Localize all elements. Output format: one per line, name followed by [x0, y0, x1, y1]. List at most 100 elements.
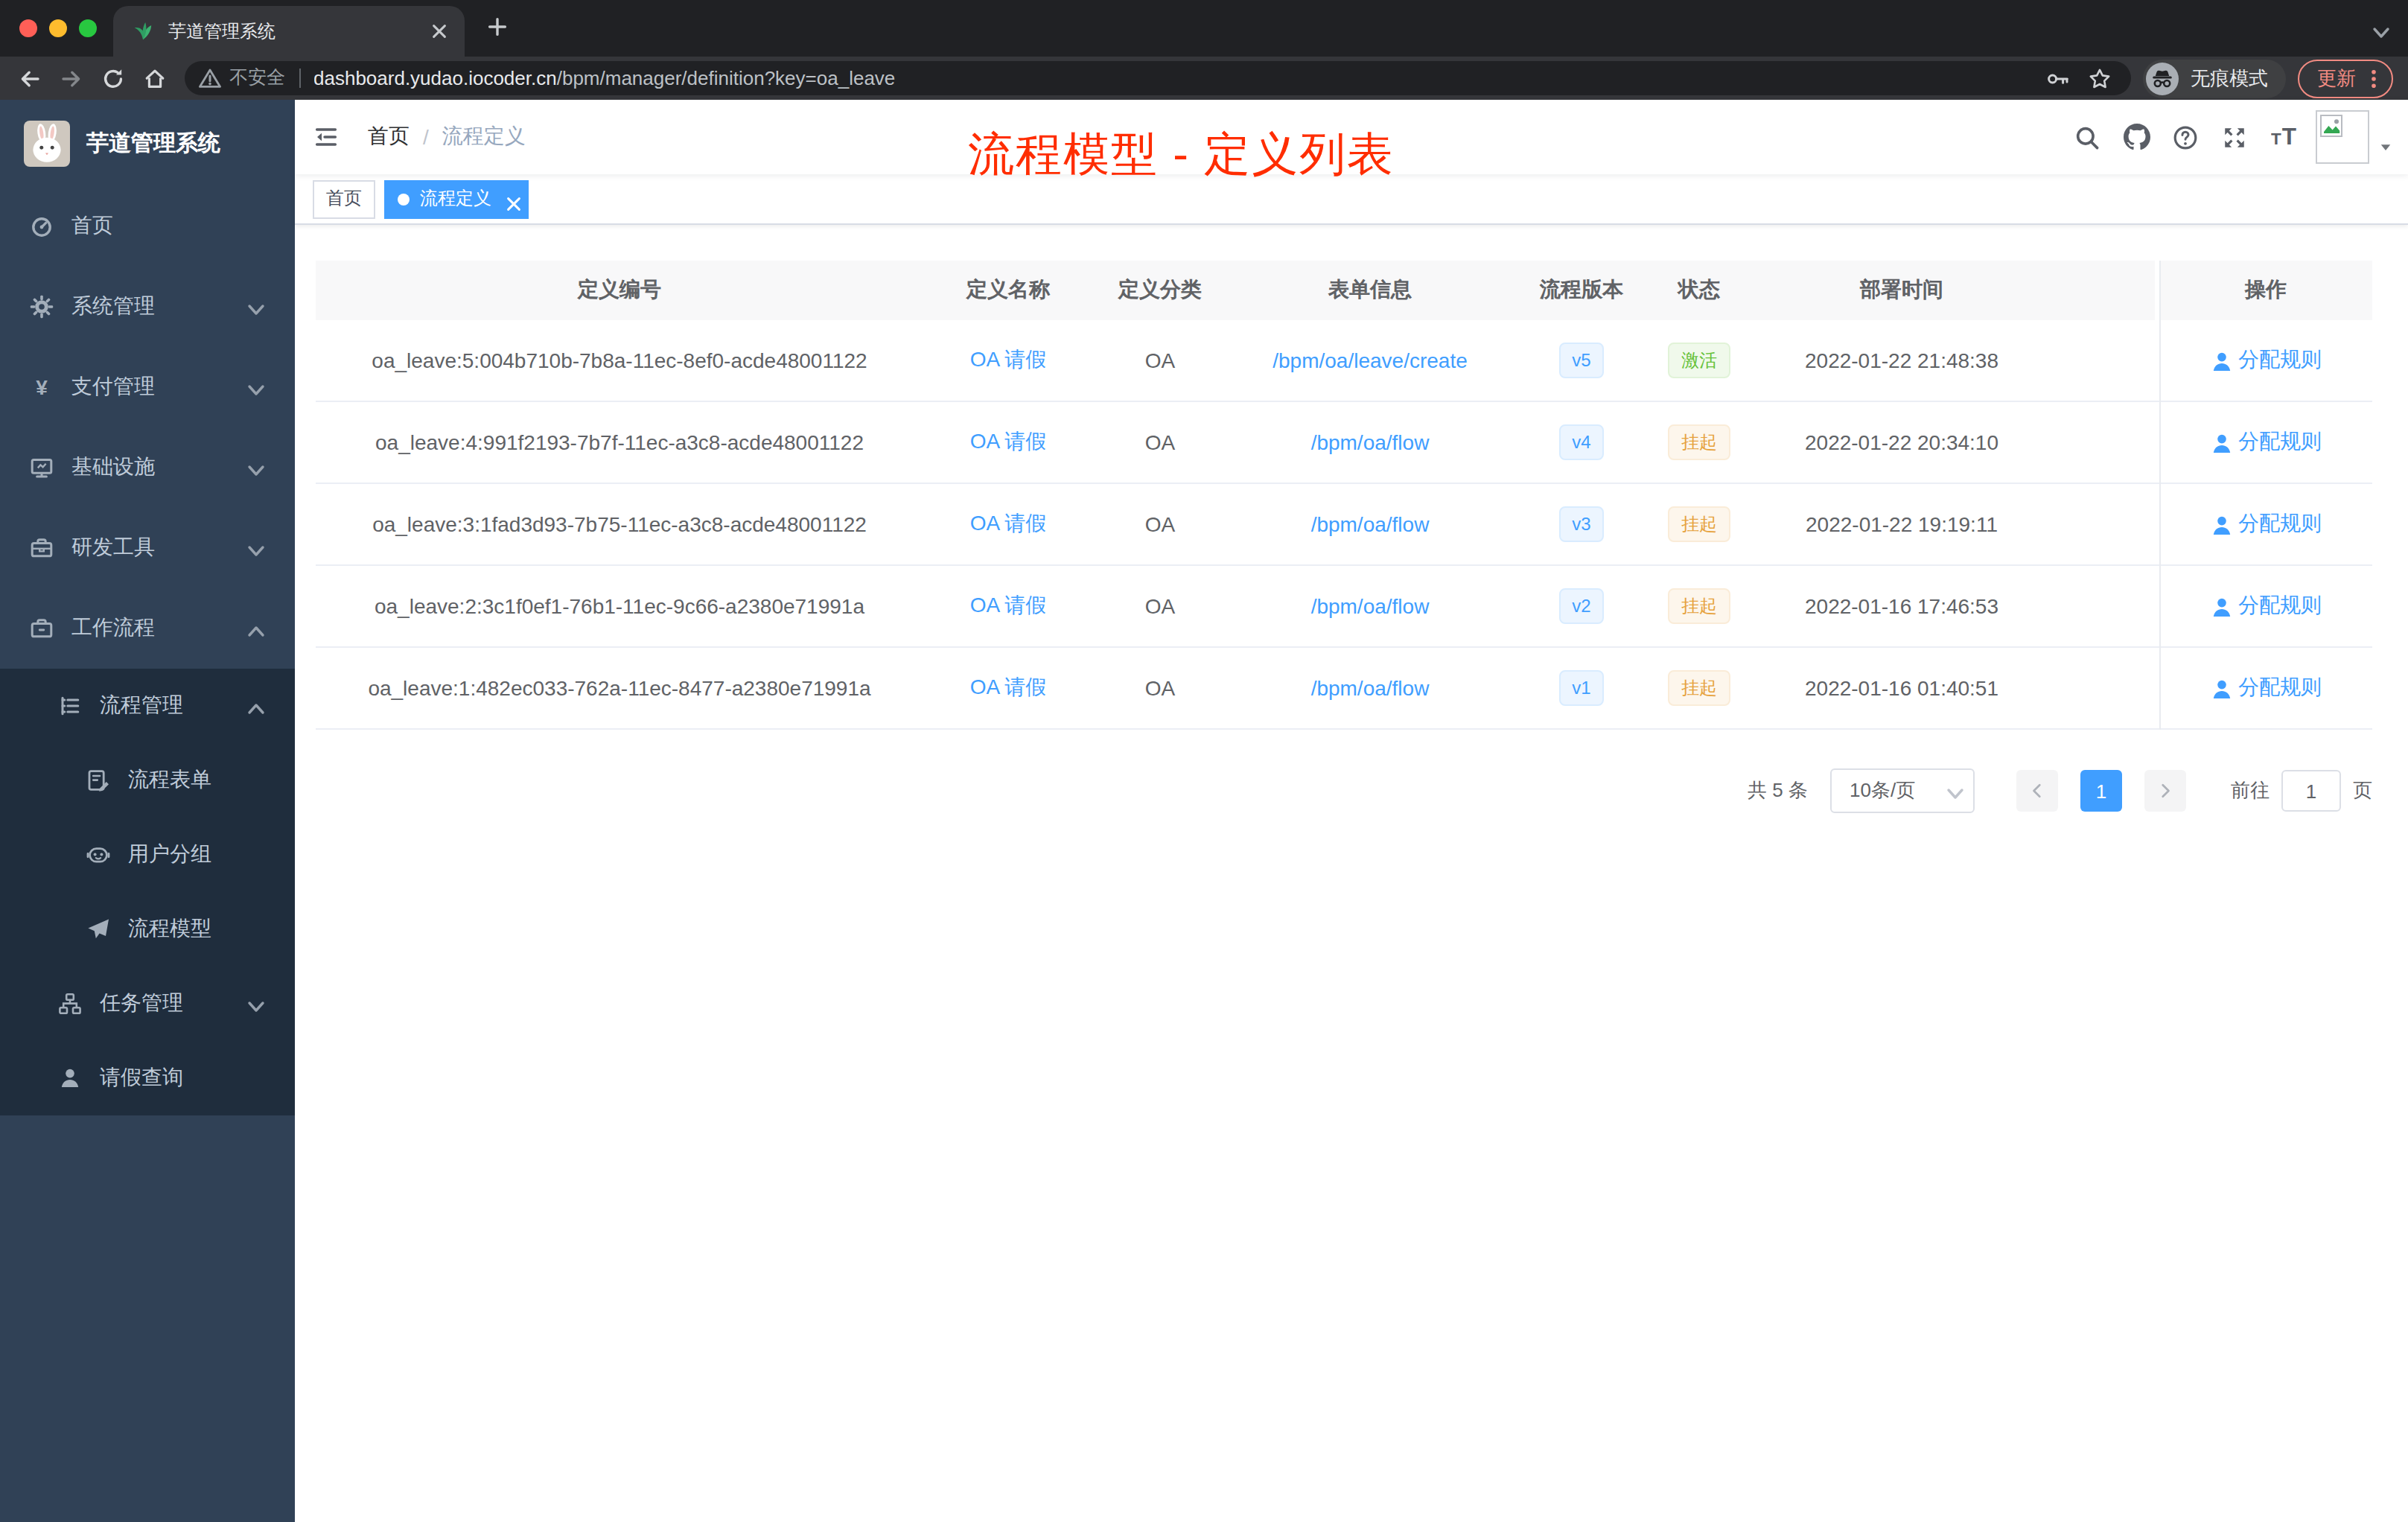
definition-name-link[interactable]: OA 请假 — [970, 593, 1047, 620]
hamburger-icon[interactable] — [295, 100, 357, 174]
cell-category: OA — [1093, 320, 1227, 401]
prev-page-button[interactable] — [2016, 770, 2058, 812]
password-key-icon[interactable] — [2040, 63, 2076, 93]
bookmark-star-icon[interactable] — [2082, 63, 2118, 93]
form-link[interactable]: /bpm/oa/flow — [1311, 512, 1430, 536]
assign-rule-button[interactable]: 分配规则 — [2210, 593, 2322, 620]
chevron-down-icon — [244, 459, 262, 477]
user-avatar[interactable] — [2316, 110, 2369, 164]
sidebar-item-home[interactable]: 首页 — [0, 186, 295, 267]
tag-close-icon[interactable] — [502, 192, 515, 206]
browser-tab-strip: 芋道管理系统 — [0, 0, 2408, 57]
tab-close-icon[interactable] — [426, 18, 453, 45]
cell-definition-id: oa_leave:4:991f2193-7b7f-11ec-a3c8-acde4… — [316, 402, 923, 483]
sidebar-item-infrastructure[interactable]: 基础设施 — [0, 427, 295, 508]
user-icon — [2210, 678, 2231, 698]
dashboard-icon — [30, 214, 54, 238]
browser-update-button[interactable]: 更新 — [2298, 59, 2393, 98]
definition-name-link[interactable]: OA 请假 — [970, 511, 1047, 538]
url-text[interactable]: dashboard.yudao.iocoder.cn/bpm/manager/d… — [313, 67, 2034, 89]
security-label[interactable]: 不安全 — [229, 66, 285, 91]
tag-process-definition[interactable]: 流程定义 — [384, 179, 529, 218]
cell-deploy-time: 2022-01-16 01:40:51 — [1748, 648, 2055, 728]
fullscreen-icon[interactable] — [2210, 100, 2259, 174]
security-warning-icon[interactable] — [198, 67, 220, 89]
url-bar[interactable]: 不安全 dashboard.yudao.iocoder.cn/bpm/manag… — [185, 61, 2131, 95]
sidebar-item-dev-tools[interactable]: 研发工具 — [0, 508, 295, 588]
app: 芋道管理系统 首页系统管理¥支付管理基础设施研发工具工作流程流程管理流程表单用户… — [0, 100, 2408, 1522]
sidebar-item-label: 请假查询 — [100, 1065, 183, 1092]
sidebar-item-process-form[interactable]: 流程表单 — [0, 743, 295, 818]
status-tag: 激活 — [1668, 343, 1730, 378]
close-window-button[interactable] — [19, 19, 37, 37]
next-page-button[interactable] — [2144, 770, 2186, 812]
breadcrumb-home[interactable]: 首页 — [368, 124, 410, 150]
browser-toolbar: 不安全 dashboard.yudao.iocoder.cn/bpm/manag… — [0, 57, 2408, 100]
cell-category: OA — [1093, 648, 1227, 728]
page-size-select[interactable]: 10条/页 — [1830, 768, 1975, 813]
avatar-caret-icon[interactable] — [2378, 140, 2393, 155]
column-header: 状态 — [1650, 261, 1748, 320]
form-link[interactable]: /bpm/oa/flow — [1311, 676, 1430, 700]
forward-button[interactable] — [51, 59, 92, 98]
sidebar-item-system-admin[interactable]: 系统管理 — [0, 267, 295, 347]
cell-deploy-time: 2022-01-16 17:46:53 — [1748, 566, 2055, 646]
sidebar-item-leave-query[interactable]: 请假查询 — [0, 1041, 295, 1115]
version-tag: v1 — [1558, 670, 1604, 706]
font-size-icon[interactable]: TT — [2259, 100, 2308, 174]
chevron-down-icon — [244, 539, 262, 557]
help-icon[interactable] — [2161, 100, 2210, 174]
chevron-down-icon — [244, 995, 262, 1013]
sidebar-item-user-group[interactable]: 用户分组 — [0, 818, 295, 892]
chevron-down-icon — [244, 298, 262, 316]
table-row: oa_leave:2:3c1f0ef1-76b1-11ec-9c66-a2380… — [316, 566, 2372, 648]
home-button[interactable] — [134, 59, 176, 98]
sidebar-logo[interactable]: 芋道管理系统 — [0, 100, 295, 186]
minimize-window-button[interactable] — [49, 19, 67, 37]
definition-name-link[interactable]: OA 请假 — [970, 675, 1047, 701]
sidebar-item-workflow[interactable]: 工作流程 — [0, 588, 295, 669]
reload-button[interactable] — [92, 59, 134, 98]
app-navbar: 首页 / 流程定义 流程模型 - 定义列表 TT — [295, 100, 2408, 174]
sidebar: 芋道管理系统 首页系统管理¥支付管理基础设施研发工具工作流程流程管理流程表单用户… — [0, 100, 295, 1522]
cell-definition-id: oa_leave:2:3c1f0ef1-76b1-11ec-9c66-a2380… — [316, 566, 923, 646]
browser-menu-icon[interactable] — [2362, 66, 2386, 90]
page-number-button[interactable]: 1 — [2080, 770, 2122, 812]
form-link[interactable]: /bpm/oa/leave/create — [1273, 348, 1468, 372]
sidebar-item-process-admin[interactable]: 流程管理 — [0, 669, 295, 743]
tab-strip-chevron-icon[interactable] — [2369, 21, 2387, 39]
status-tag: 挂起 — [1668, 424, 1730, 460]
table-header: 定义编号定义名称定义分类表单信息流程版本状态部署时间操作 — [316, 261, 2372, 320]
fixed-column-divider — [2159, 261, 2161, 730]
breadcrumb-current: 流程定义 — [442, 124, 526, 150]
window-controls[interactable] — [19, 19, 97, 37]
cell-definition-id: oa_leave:3:1fad3d93-7b75-11ec-a3c8-acde4… — [316, 484, 923, 564]
new-tab-button[interactable] — [485, 15, 512, 42]
tag-home[interactable]: 首页 — [313, 179, 375, 218]
user-icon — [2210, 514, 2231, 535]
form-link[interactable]: /bpm/oa/flow — [1311, 594, 1430, 618]
definition-name-link[interactable]: OA 请假 — [970, 429, 1047, 456]
column-header: 定义分类 — [1093, 261, 1227, 320]
definition-name-link[interactable]: OA 请假 — [970, 347, 1047, 374]
assign-rule-button[interactable]: 分配规则 — [2210, 675, 2322, 701]
maximize-window-button[interactable] — [79, 19, 97, 37]
assign-rule-button[interactable]: 分配规则 — [2210, 347, 2322, 374]
sidebar-item-task-admin[interactable]: 任务管理 — [0, 967, 295, 1041]
sidebar-item-payment-admin[interactable]: ¥支付管理 — [0, 347, 295, 427]
sidebar-item-process-model[interactable]: 流程模型 — [0, 892, 295, 967]
svg-text:¥: ¥ — [36, 376, 48, 399]
goto-page-input[interactable]: 1 — [2281, 770, 2341, 812]
browser-tab[interactable]: 芋道管理系统 — [113, 6, 465, 57]
user-icon — [2210, 350, 2231, 371]
form-link[interactable]: /bpm/oa/flow — [1311, 430, 1430, 454]
github-icon[interactable] — [2112, 100, 2161, 174]
tab-title: 芋道管理系统 — [168, 19, 426, 44]
cell-category: OA — [1093, 402, 1227, 483]
back-button[interactable] — [9, 59, 51, 98]
assign-rule-button[interactable]: 分配规则 — [2210, 511, 2322, 538]
search-icon[interactable] — [2063, 100, 2112, 174]
sidebar-item-label: 任务管理 — [100, 990, 183, 1017]
assign-rule-button[interactable]: 分配规则 — [2210, 429, 2322, 456]
breadcrumb: 首页 / 流程定义 — [368, 124, 526, 150]
